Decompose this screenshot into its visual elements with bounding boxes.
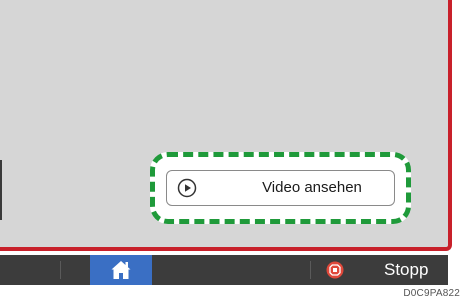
taskbar-divider [310, 261, 311, 279]
stop-icon [326, 261, 344, 279]
home-icon [111, 261, 131, 279]
stop-button[interactable]: Stopp [314, 255, 448, 285]
screen-edge-marker [0, 160, 2, 220]
watch-video-button[interactable]: Video ansehen [166, 170, 395, 206]
home-button[interactable] [90, 255, 152, 285]
taskbar-divider [60, 261, 61, 279]
stop-label: Stopp [384, 260, 429, 279]
watch-video-label: Video ansehen [262, 179, 362, 196]
image-code: D0C9PA822 [403, 288, 460, 299]
stage: Video ansehen Stopp D0C9PA822 [0, 0, 462, 300]
taskbar: Stopp [0, 255, 448, 285]
play-circle-icon [177, 178, 197, 198]
